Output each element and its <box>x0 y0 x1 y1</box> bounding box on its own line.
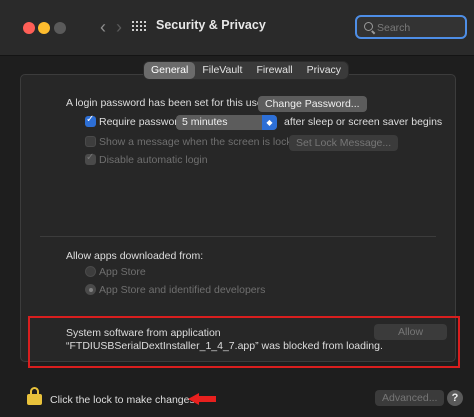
forward-button[interactable]: › <box>108 16 130 38</box>
tab-firewall[interactable]: Firewall <box>249 62 299 79</box>
minimize-window-button[interactable] <box>38 22 50 34</box>
window-title: Security & Privacy <box>156 18 266 32</box>
blocked-line-1: System software from application <box>66 327 221 339</box>
section-divider <box>40 236 436 237</box>
advanced-button[interactable]: Advanced... <box>375 390 445 406</box>
password-interval-select[interactable]: 5 minutes ◆ <box>176 115 277 130</box>
require-password-label: Require password <box>99 116 184 128</box>
disable-auto-login-label: Disable automatic login <box>99 154 208 166</box>
annotation-arrow-icon <box>188 393 216 405</box>
zoom-window-button[interactable] <box>54 22 66 34</box>
lock-text: Click the lock to make changes. <box>50 394 198 406</box>
help-button[interactable]: ? <box>447 390 463 406</box>
tab-filevault[interactable]: FileVault <box>195 62 249 79</box>
tab-general[interactable]: General <box>144 62 196 79</box>
chevron-updown-icon: ◆ <box>262 115 277 130</box>
set-lock-message-button[interactable]: Set Lock Message... <box>289 135 399 151</box>
disable-auto-login-checkbox[interactable] <box>85 152 96 165</box>
login-password-text: A login password has been set for this u… <box>66 97 267 109</box>
tab-bar: General FileVault Firewall Privacy <box>144 62 349 79</box>
app-store-label: App Store <box>99 266 146 278</box>
tab-privacy[interactable]: Privacy <box>300 62 348 79</box>
show-message-label: Show a message when the screen is locked <box>99 136 304 148</box>
show-message-checkbox[interactable] <box>85 136 96 147</box>
password-interval-value: 5 minutes <box>182 116 228 128</box>
app-store-radio[interactable] <box>85 266 96 277</box>
allow-button[interactable]: Allow <box>374 324 447 340</box>
blocked-line-2: “FTDIUSBSerialDextInstaller_1_4_7.app” w… <box>66 340 383 352</box>
show-all-grid-icon[interactable] <box>132 21 146 35</box>
app-store-identified-label: App Store and identified developers <box>99 284 266 296</box>
title-bar: ‹ › Security & Privacy <box>0 0 474 56</box>
search-icon <box>364 22 373 31</box>
change-password-button[interactable]: Change Password... <box>258 96 367 112</box>
search-input[interactable] <box>377 19 461 36</box>
require-password-checkbox[interactable] <box>85 114 96 127</box>
app-store-identified-radio[interactable] <box>85 284 96 295</box>
require-password-suffix: after sleep or screen saver begins <box>284 116 443 128</box>
lock-icon[interactable] <box>27 387 42 405</box>
search-field[interactable] <box>355 15 467 39</box>
close-window-button[interactable] <box>23 22 35 34</box>
allow-apps-heading: Allow apps downloaded from: <box>66 250 204 262</box>
